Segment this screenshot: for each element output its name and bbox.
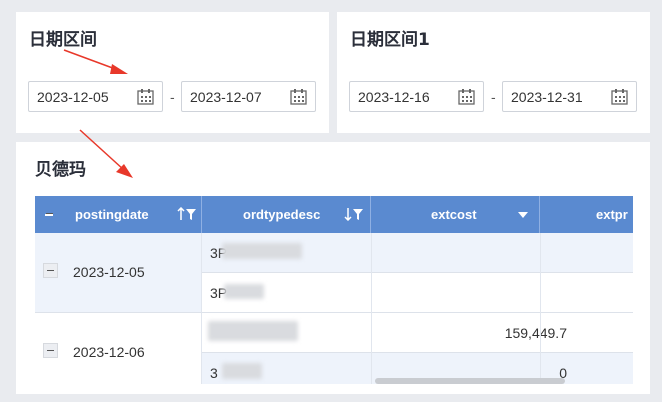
date-range-separator-2: -	[491, 89, 496, 105]
filter-title-1: 日期区间	[29, 30, 97, 50]
redacted-text	[222, 243, 302, 259]
table-card-title: 贝德玛	[35, 160, 86, 180]
column-label-postingdate: postingdate	[75, 207, 149, 222]
column-header-ordtypedesc[interactable]: ordtypedesc	[202, 196, 371, 233]
table-row: 3P	[202, 273, 633, 313]
collapse-row-button[interactable]	[43, 343, 58, 358]
minus-icon	[45, 214, 53, 216]
collapse-row-button[interactable]	[43, 263, 58, 278]
group-date-cell: 2023-12-05	[35, 233, 202, 313]
table-row: 3P	[202, 233, 633, 273]
calendar-icon[interactable]	[290, 89, 307, 105]
end-date-value-1: 2023-12-07	[190, 89, 262, 105]
filter-title-2: 日期区间1	[350, 30, 430, 50]
horizontal-scrollbar[interactable]	[375, 378, 565, 384]
end-date-input-1[interactable]: 2023-12-07	[181, 81, 316, 112]
date-filter-card-2: 日期区间1 2023-12-16 - 2023-12-31	[337, 12, 650, 133]
column-label-ordtypedesc: ordtypedesc	[243, 207, 321, 222]
table-row-group: 2023-12-05 3P 3P	[35, 233, 633, 313]
redacted-text	[222, 363, 262, 379]
start-date-value-1: 2023-12-05	[37, 89, 109, 105]
extcost-cell: 159,449.7	[504, 325, 567, 341]
redacted-text	[208, 321, 298, 341]
column-header-extcost[interactable]: extcost	[371, 196, 540, 233]
sort-filter-icon[interactable]	[177, 207, 197, 221]
table-row-group: 2023-12-06 159,449.7 3 0	[35, 313, 633, 384]
end-date-value-2: 2023-12-31	[511, 89, 583, 105]
pivot-table: postingdate ordtypedesc extcost extpr 20…	[35, 196, 633, 384]
group-date-value: 2023-12-05	[73, 264, 145, 280]
start-date-input-1[interactable]: 2023-12-05	[28, 81, 163, 112]
group-date-cell: 2023-12-06	[35, 313, 202, 384]
calendar-icon[interactable]	[611, 89, 628, 105]
calendar-icon[interactable]	[458, 89, 475, 105]
dashboard-page: 日期区间 2023-12-05 - 2023-12-07 日期区间1 2023-…	[0, 0, 662, 402]
dropdown-caret-icon[interactable]	[518, 212, 528, 218]
table-header: postingdate ordtypedesc extcost extpr	[35, 196, 633, 233]
start-date-value-2: 2023-12-16	[358, 89, 430, 105]
ordtype-cell: 3	[210, 365, 218, 381]
date-filter-card-1: 日期区间 2023-12-05 - 2023-12-07	[16, 12, 329, 133]
start-date-input-2[interactable]: 2023-12-16	[349, 81, 484, 112]
redacted-text	[224, 284, 264, 299]
column-header-extpr[interactable]: extpr	[540, 196, 633, 233]
column-label-extpr: extpr	[596, 207, 628, 222]
end-date-input-2[interactable]: 2023-12-31	[502, 81, 637, 112]
calendar-icon[interactable]	[137, 89, 154, 105]
date-range-separator-1: -	[170, 89, 175, 105]
sort-desc-filter-icon[interactable]	[344, 207, 364, 221]
column-label-extcost: extcost	[431, 207, 477, 222]
column-header-postingdate[interactable]: postingdate	[35, 196, 202, 233]
group-date-value: 2023-12-06	[73, 344, 145, 360]
table-row: 159,449.7	[202, 313, 633, 353]
